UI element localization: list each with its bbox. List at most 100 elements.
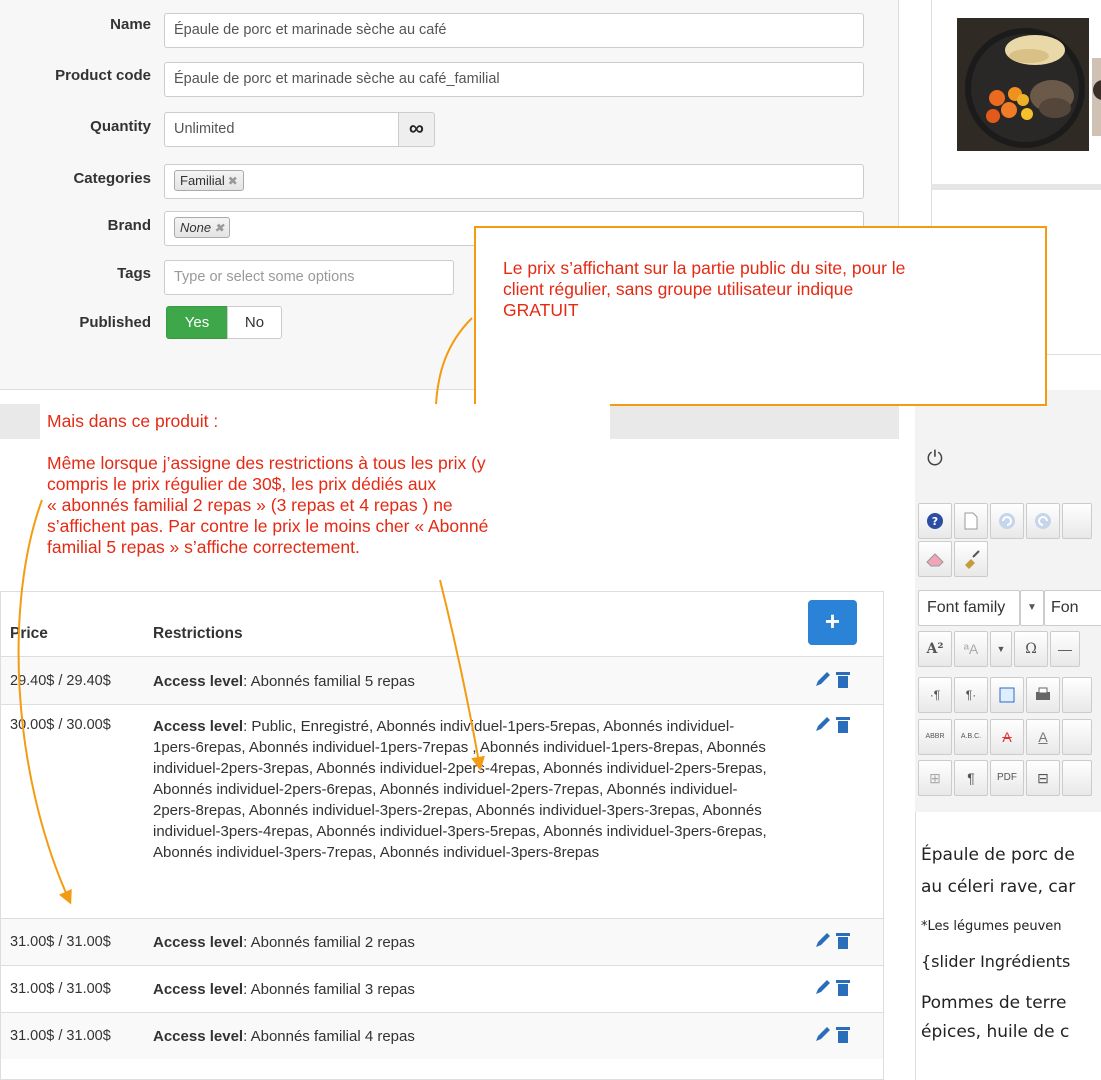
svg-text:?: ? xyxy=(932,515,938,528)
access-level-label: Access level xyxy=(153,673,244,690)
delete-icon[interactable] xyxy=(836,980,850,996)
help-icon[interactable]: ? xyxy=(918,503,952,539)
editor-line: Épaule de porc de xyxy=(921,845,1075,865)
table-icon[interactable]: ⊞ xyxy=(918,760,952,796)
abbreviation-icon[interactable]: ABBR xyxy=(918,719,952,755)
font-size-select[interactable]: Fon xyxy=(1044,590,1101,626)
access-levels-value: Abonnés familial 5 repas xyxy=(250,673,415,690)
unlimited-toggle-button[interactable]: ∞ xyxy=(398,112,435,147)
access-level-label: Access level xyxy=(153,981,244,998)
remove-chip-icon[interactable]: ✖ xyxy=(214,221,224,235)
font-size-icon[interactable]: ªA xyxy=(954,631,988,667)
access-levels-value: Abonnés familial 2 repas xyxy=(250,934,415,951)
product-image-thumbnail[interactable] xyxy=(957,18,1101,153)
brand-chip[interactable]: None ✖ xyxy=(174,217,231,238)
paragraph-ltr-icon[interactable]: ·¶ xyxy=(918,677,952,713)
strikethrough-icon[interactable]: A xyxy=(990,719,1024,755)
callout-line: Mais dans ce produit : xyxy=(47,411,219,431)
pdf-icon[interactable]: PDF xyxy=(990,760,1024,796)
chevron-down-icon[interactable]: ▼ xyxy=(990,631,1012,667)
price-value: 31.00$ / 31.00$ xyxy=(10,1028,111,1044)
editor-content[interactable]: Épaule de porc de au céleri rave, car *L… xyxy=(915,812,1101,1080)
table-row: 31.00$ / 31.00$ Access level: Abonnés fa… xyxy=(1,918,883,965)
edit-icon[interactable] xyxy=(816,933,830,947)
horizontal-rule-icon[interactable]: — xyxy=(1050,631,1080,667)
print-icon[interactable] xyxy=(1026,677,1060,713)
delete-icon[interactable] xyxy=(836,933,850,949)
callout-line: Même lorsque j’assigne des restrictions … xyxy=(47,453,486,473)
superscript-icon[interactable]: A² xyxy=(918,631,952,667)
underline-icon[interactable]: A xyxy=(1026,719,1060,755)
row-actions xyxy=(814,978,852,1001)
category-chip-label: Familial xyxy=(180,173,225,188)
tags-input[interactable]: Type or select some options xyxy=(164,260,454,295)
price-value: 31.00$ / 31.00$ xyxy=(10,934,111,950)
edit-icon[interactable] xyxy=(816,672,830,686)
price-column-header: Price xyxy=(10,625,48,642)
delete-icon[interactable] xyxy=(836,717,850,733)
access-level-label: Access level xyxy=(153,718,244,735)
published-no-button[interactable]: No xyxy=(227,306,282,339)
remove-chip-icon[interactable]: ✖ xyxy=(228,174,238,188)
callout-line: GRATUIT xyxy=(503,300,579,320)
restrictions-cell: Access level: Abonnés familial 4 repas xyxy=(153,1028,415,1045)
font-family-select[interactable]: Font family xyxy=(918,590,1020,626)
price-value: 30.00$ / 30.00$ xyxy=(10,717,111,733)
table-row: 29.40$ / 29.40$ Access level: Abonnés fa… xyxy=(1,656,883,704)
price-value: 29.40$ / 29.40$ xyxy=(10,673,111,689)
callout-box-left: Mais dans ce produit : Même lorsque j’as… xyxy=(40,404,610,578)
categories-select[interactable]: Familial ✖ xyxy=(164,164,864,199)
row-action-icons xyxy=(816,933,850,949)
eraser-icon[interactable] xyxy=(918,541,952,577)
editor-toolbar-row xyxy=(918,541,1101,577)
power-icon[interactable]: ⏻ xyxy=(927,448,943,471)
name-input[interactable]: Épaule de porc et marinade sèche au café xyxy=(164,13,864,48)
toolbar-button[interactable] xyxy=(1062,719,1092,755)
delete-icon[interactable] xyxy=(836,672,850,688)
price-value: 31.00$ / 31.00$ xyxy=(10,981,111,997)
name-label: Name xyxy=(110,16,151,33)
editor-line: Pommes de terre xyxy=(921,993,1067,1013)
access-levels-value: Public, Enregistré, Abonnés individuel-1… xyxy=(153,718,767,861)
paragraph-rtl-icon[interactable]: ¶· xyxy=(954,677,988,713)
editor-toolbar-row: ? xyxy=(918,503,1101,539)
chevron-down-icon[interactable]: ▼ xyxy=(1020,590,1044,626)
table-row: 31.00$ / 31.00$ Access level: Abonnés fa… xyxy=(1,965,883,1012)
access-levels-value: Abonnés familial 3 repas xyxy=(250,981,415,998)
published-label: Published xyxy=(79,314,151,331)
editor-line: {slider Ingrédients xyxy=(921,952,1071,971)
undo-icon[interactable] xyxy=(990,503,1024,539)
published-yes-button[interactable]: Yes xyxy=(166,306,228,339)
add-price-button[interactable]: + xyxy=(808,600,857,645)
edit-icon[interactable] xyxy=(816,1027,830,1041)
edit-icon[interactable] xyxy=(816,717,830,731)
row-action-icons xyxy=(816,1027,850,1043)
toolbar-button[interactable] xyxy=(1062,503,1092,539)
quantity-label: Quantity xyxy=(90,118,151,135)
row-actions xyxy=(814,670,852,693)
template-icon[interactable]: ⊟ xyxy=(1026,760,1060,796)
omega-icon[interactable]: Ω xyxy=(1014,631,1048,667)
category-chip[interactable]: Familial ✖ xyxy=(174,170,244,191)
access-level-label: Access level xyxy=(153,1028,244,1045)
restrictions-cell: Access level: Abonnés familial 3 repas xyxy=(153,981,415,998)
pilcrow-icon[interactable]: ¶ xyxy=(954,760,988,796)
access-level-label: Access level xyxy=(153,934,244,951)
restrictions-cell: Access level: Public, Enregistré, Abonné… xyxy=(153,718,767,861)
editor-line: au céleri rave, car xyxy=(921,877,1076,897)
quantity-input[interactable]: Unlimited xyxy=(164,112,399,147)
toolbar-button[interactable] xyxy=(1062,677,1092,713)
callout-line: compris le prix régulier de 30$, les pri… xyxy=(47,474,437,494)
editor-font-row: Font family ▼ Fon xyxy=(918,590,1101,626)
fullscreen-icon[interactable] xyxy=(990,677,1024,713)
clean-brush-icon[interactable] xyxy=(954,541,988,577)
acronym-icon[interactable]: A.B.C. xyxy=(954,719,988,755)
editor-toolbar-row: ·¶ ¶· xyxy=(918,677,1101,713)
product-code-input[interactable]: Épaule de porc et marinade sèche au café… xyxy=(164,62,864,97)
redo-icon[interactable] xyxy=(1026,503,1060,539)
delete-icon[interactable] xyxy=(836,1027,850,1043)
product-code-label: Product code xyxy=(55,67,151,84)
toolbar-button[interactable] xyxy=(1062,760,1092,796)
edit-icon[interactable] xyxy=(816,980,830,994)
new-document-icon[interactable] xyxy=(954,503,988,539)
